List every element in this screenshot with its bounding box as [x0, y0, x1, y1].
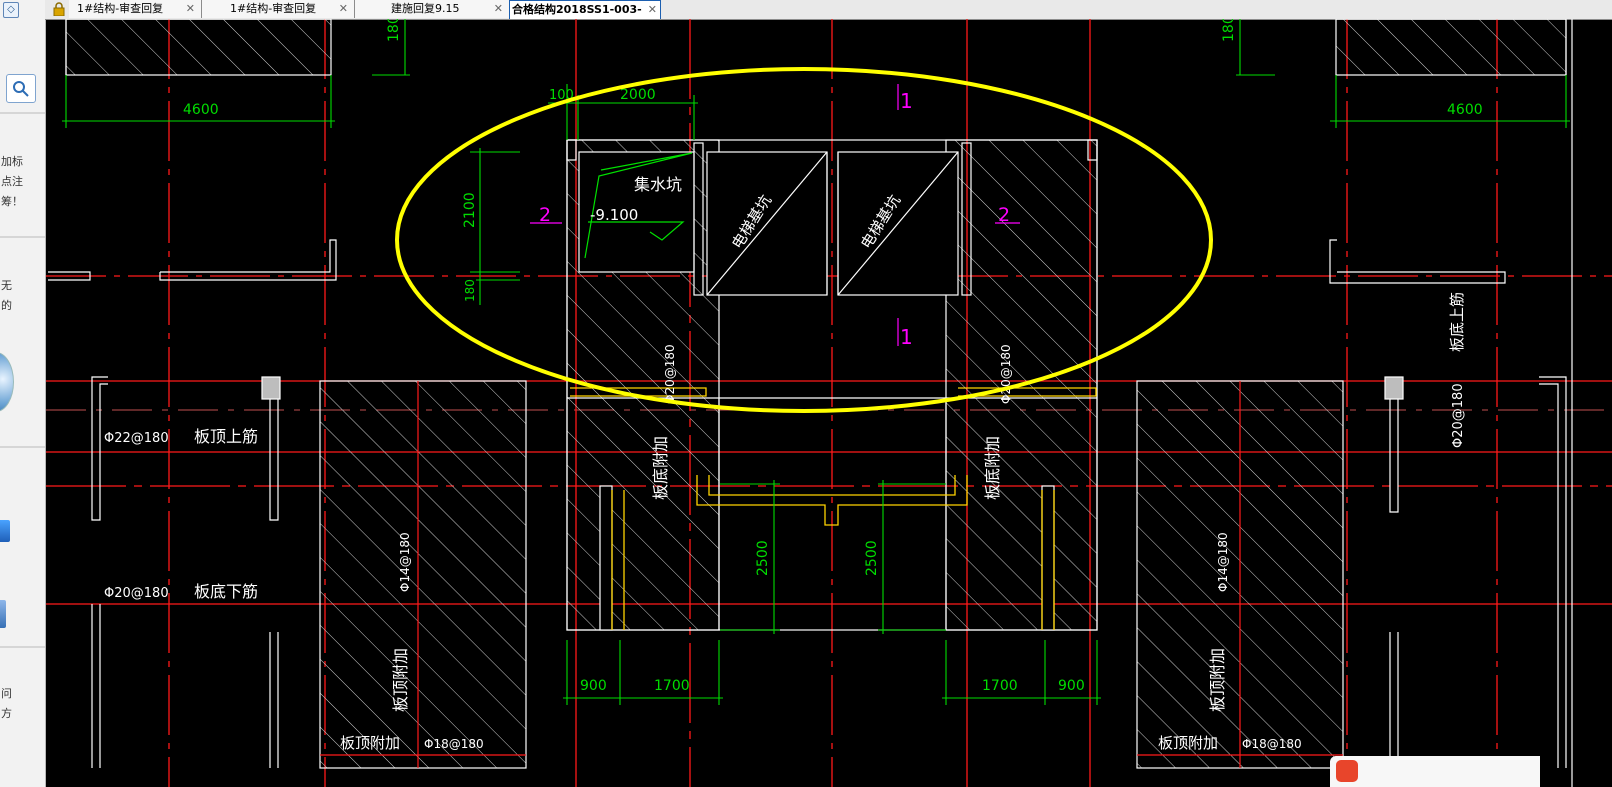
tab-1[interactable]: 1#结构-审查回复 ✕ — [69, 0, 202, 18]
tab-2[interactable]: 1#结构-审查回复 ✕ — [202, 0, 355, 18]
slab-top-bar-label: 板顶上筋 — [194, 427, 258, 446]
app-icon[interactable] — [0, 520, 10, 542]
axis-grid-lines — [46, 19, 1612, 787]
dim-text: 2000 — [620, 87, 656, 103]
slab-bottom-bar-label: 板底下筋 — [194, 582, 258, 601]
dim-text: 1700 — [982, 678, 1018, 694]
slab-top-additional-label: 板顶附加 — [391, 648, 410, 712]
dim-text: 900 — [580, 678, 607, 694]
lock-icon — [53, 2, 65, 16]
side-walls — [91, 376, 1567, 768]
cad-viewer-window: ◇ 加标 点注 筹！ 无 的 问 方 1#结构-审查回复 ✕ 1#结构-审查回复… — [0, 0, 1612, 787]
rebar-label: Φ20@180 — [663, 344, 677, 404]
rebar-label: Φ20@180 — [104, 586, 169, 601]
section-mark-2-right: 2 — [998, 204, 1010, 226]
top-left-room — [48, 18, 337, 281]
rebar-label: Φ22@180 — [104, 431, 169, 446]
search-button[interactable] — [6, 74, 36, 103]
dim-text: 1700 — [654, 678, 690, 694]
rebar-label: Φ14@180 — [1216, 532, 1230, 592]
panel-divider — [0, 236, 45, 238]
section-mark-2-left: 2 — [539, 204, 551, 226]
dim-text: 180 — [463, 279, 477, 302]
panel-text-line: 筹！ — [1, 195, 23, 208]
dim-text: 2500 — [864, 540, 880, 576]
structural-plan-drawing: 1 1 2 2 4600 4600 180 180 100 2000 2100 … — [46, 15, 1612, 787]
sump-pit-label: 集水坑 — [634, 175, 682, 194]
panel-divider — [0, 646, 45, 648]
slab-top-additional-label: 板顶附加 — [1158, 734, 1218, 752]
panel-divider — [0, 112, 45, 114]
slab-top-additional-label: 板顶附加 — [1208, 648, 1227, 712]
close-icon[interactable]: ✕ — [186, 0, 195, 18]
dim-text: 180 — [386, 19, 402, 42]
logo-icon — [1336, 760, 1358, 782]
rebar-label: Φ14@180 — [398, 532, 412, 592]
rebar-label: Φ18@180 — [424, 737, 484, 751]
panel-text-line: 点注 — [1, 175, 23, 188]
panel-text-line: 问 — [1, 687, 12, 700]
panel-text-line: 加标 — [1, 155, 23, 168]
slab-bottom-additional-label: 板底附加 — [983, 436, 1002, 500]
drawing-canvas[interactable]: 1 1 2 2 4600 4600 180 180 100 2000 2100 … — [46, 15, 1612, 787]
rebar-label: Φ20@180 — [1451, 383, 1466, 448]
dim-text: 900 — [1058, 678, 1085, 694]
close-icon[interactable]: ✕ — [494, 0, 503, 18]
close-icon[interactable]: ✕ — [339, 0, 348, 18]
panel-text-line: 无 — [1, 279, 12, 292]
document-tab-bar: 1#结构-审查回复 ✕ 1#结构-审查回复 ✕ 建施回复9.15 ✕ 合格结构2… — [45, 0, 1612, 20]
dim-text: 2100 — [462, 192, 478, 228]
panel-text-line: 方 — [1, 707, 12, 720]
tab-label: 1#结构-审查回复 — [230, 2, 317, 15]
dim-text: 2500 — [755, 540, 771, 576]
tab-label: 合格结构2018SS1-003- — [512, 3, 642, 16]
dimension-lines — [62, 19, 1570, 705]
slab-bottom-bar-right-label: 板底上筋 — [1448, 292, 1466, 352]
tab-label: 1#结构-审查回复 — [77, 2, 164, 15]
sump-elevation-label: -9.100 — [590, 206, 638, 224]
close-icon[interactable]: ✕ — [648, 1, 657, 19]
globe-icon — [0, 352, 14, 412]
tab-4-active[interactable]: 合格结构2018SS1-003- ✕ — [509, 0, 661, 19]
dim-text: 180 — [1221, 19, 1237, 42]
watermark-badge — [1330, 756, 1540, 787]
rebar-label: Φ20@180 — [999, 344, 1013, 404]
section-mark-1-top: 1 — [900, 89, 913, 113]
user-icon[interactable] — [0, 600, 6, 628]
rebar-label: Φ18@180 — [1242, 737, 1302, 751]
tab-3[interactable]: 建施回复9.15 ✕ — [355, 0, 510, 18]
panel-divider — [0, 446, 45, 448]
collapse-panel-icon[interactable]: ◇ — [3, 2, 19, 18]
left-side-panel: ◇ 加标 点注 筹！ 无 的 问 方 — [0, 0, 46, 787]
dim-text: 4600 — [1447, 102, 1483, 118]
tab-label: 建施回复9.15 — [391, 2, 460, 15]
dim-text: 4600 — [183, 102, 219, 118]
search-icon — [13, 81, 29, 97]
section-mark-1-bottom: 1 — [900, 325, 913, 349]
panel-text-line: 的 — [1, 299, 12, 312]
slab-bottom-additional-label: 板底附加 — [651, 436, 670, 500]
slab-top-additional-label: 板顶附加 — [340, 734, 400, 752]
